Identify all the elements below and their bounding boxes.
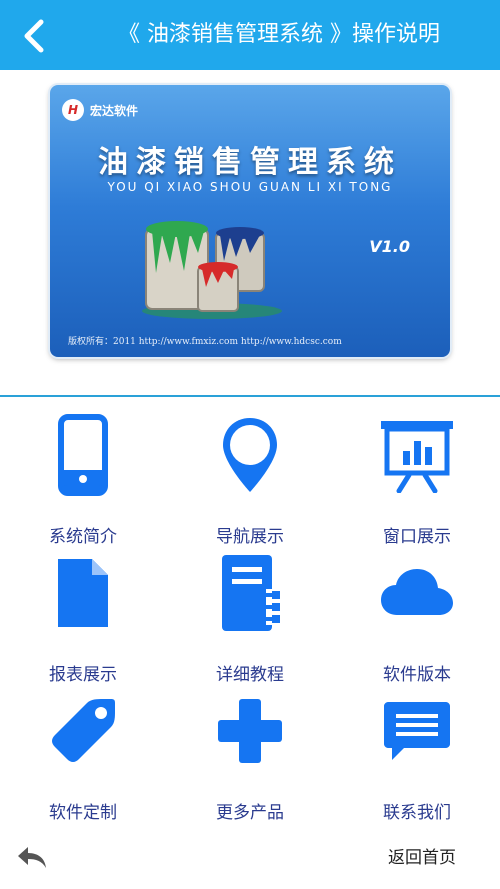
plus-icon: [210, 686, 290, 776]
page-title: 《 油漆销售管理系统 》操作说明: [118, 22, 440, 47]
banner-title: 油漆销售管理系统: [98, 145, 402, 180]
menu-item-navigation[interactable]: 导航展示: [195, 410, 305, 550]
banner-footer: 版权所有：2011 http://www.fmxiz.com http://ww…: [68, 337, 342, 347]
menu-item-reports[interactable]: 报表展示: [28, 548, 138, 688]
phone-icon: [43, 410, 123, 500]
menu-item-label: 更多产品: [216, 803, 284, 823]
menu-item-label: 软件定制: [49, 803, 117, 823]
reply-arrow-icon: [18, 847, 46, 868]
back-button[interactable]: [14, 16, 54, 56]
tag-icon: [43, 686, 123, 776]
banner-version: V1.0: [369, 237, 410, 256]
menu-item-more-products[interactable]: 更多产品: [195, 686, 305, 826]
menu-item-label: 详细教程: [216, 665, 284, 685]
menu-item-label: 系统简介: [49, 527, 117, 547]
map-pin-icon: [210, 410, 290, 500]
menu-item-label: 导航展示: [216, 527, 284, 547]
bottom-back-button[interactable]: [16, 843, 50, 873]
menu-item-label: 报表展示: [49, 665, 117, 685]
banner-subtitle: YOU QI XIAO SHOU GUAN LI XI TONG: [107, 180, 393, 194]
menu-item-window[interactable]: 窗口展示: [362, 410, 472, 550]
product-banner: H 宏达软件 油漆销售管理系统 YOU QI XIAO SHOU GUAN LI…: [50, 85, 450, 357]
menu-item-custom[interactable]: 软件定制: [28, 686, 138, 826]
header-bar: 《 油漆销售管理系统 》操作说明: [0, 0, 500, 70]
menu-item-system-intro[interactable]: 系统简介: [28, 410, 138, 550]
brand-logo: H 宏达软件: [62, 99, 138, 121]
menu-item-version[interactable]: 软件版本: [362, 548, 472, 688]
menu-item-contact[interactable]: 联系我们: [362, 686, 472, 826]
menu-item-label: 联系我们: [383, 803, 451, 823]
document-icon: [43, 548, 123, 638]
chevron-left-icon: [24, 19, 44, 53]
menu-item-label: 软件版本: [383, 665, 451, 685]
section-divider: [0, 395, 500, 397]
paint-cans-illustration: [142, 221, 282, 319]
message-icon: [377, 686, 457, 776]
logo-icon: H: [62, 99, 84, 121]
logo-text: 宏达软件: [90, 103, 139, 118]
cloud-icon: [377, 548, 457, 638]
notebook-icon: [210, 548, 290, 638]
menu-item-tutorial[interactable]: 详细教程: [195, 548, 305, 688]
menu-item-label: 窗口展示: [383, 527, 451, 547]
presentation-icon: [377, 410, 457, 500]
home-link[interactable]: 返回首页: [388, 843, 456, 868]
bottom-bar: 返回首页: [0, 825, 500, 889]
